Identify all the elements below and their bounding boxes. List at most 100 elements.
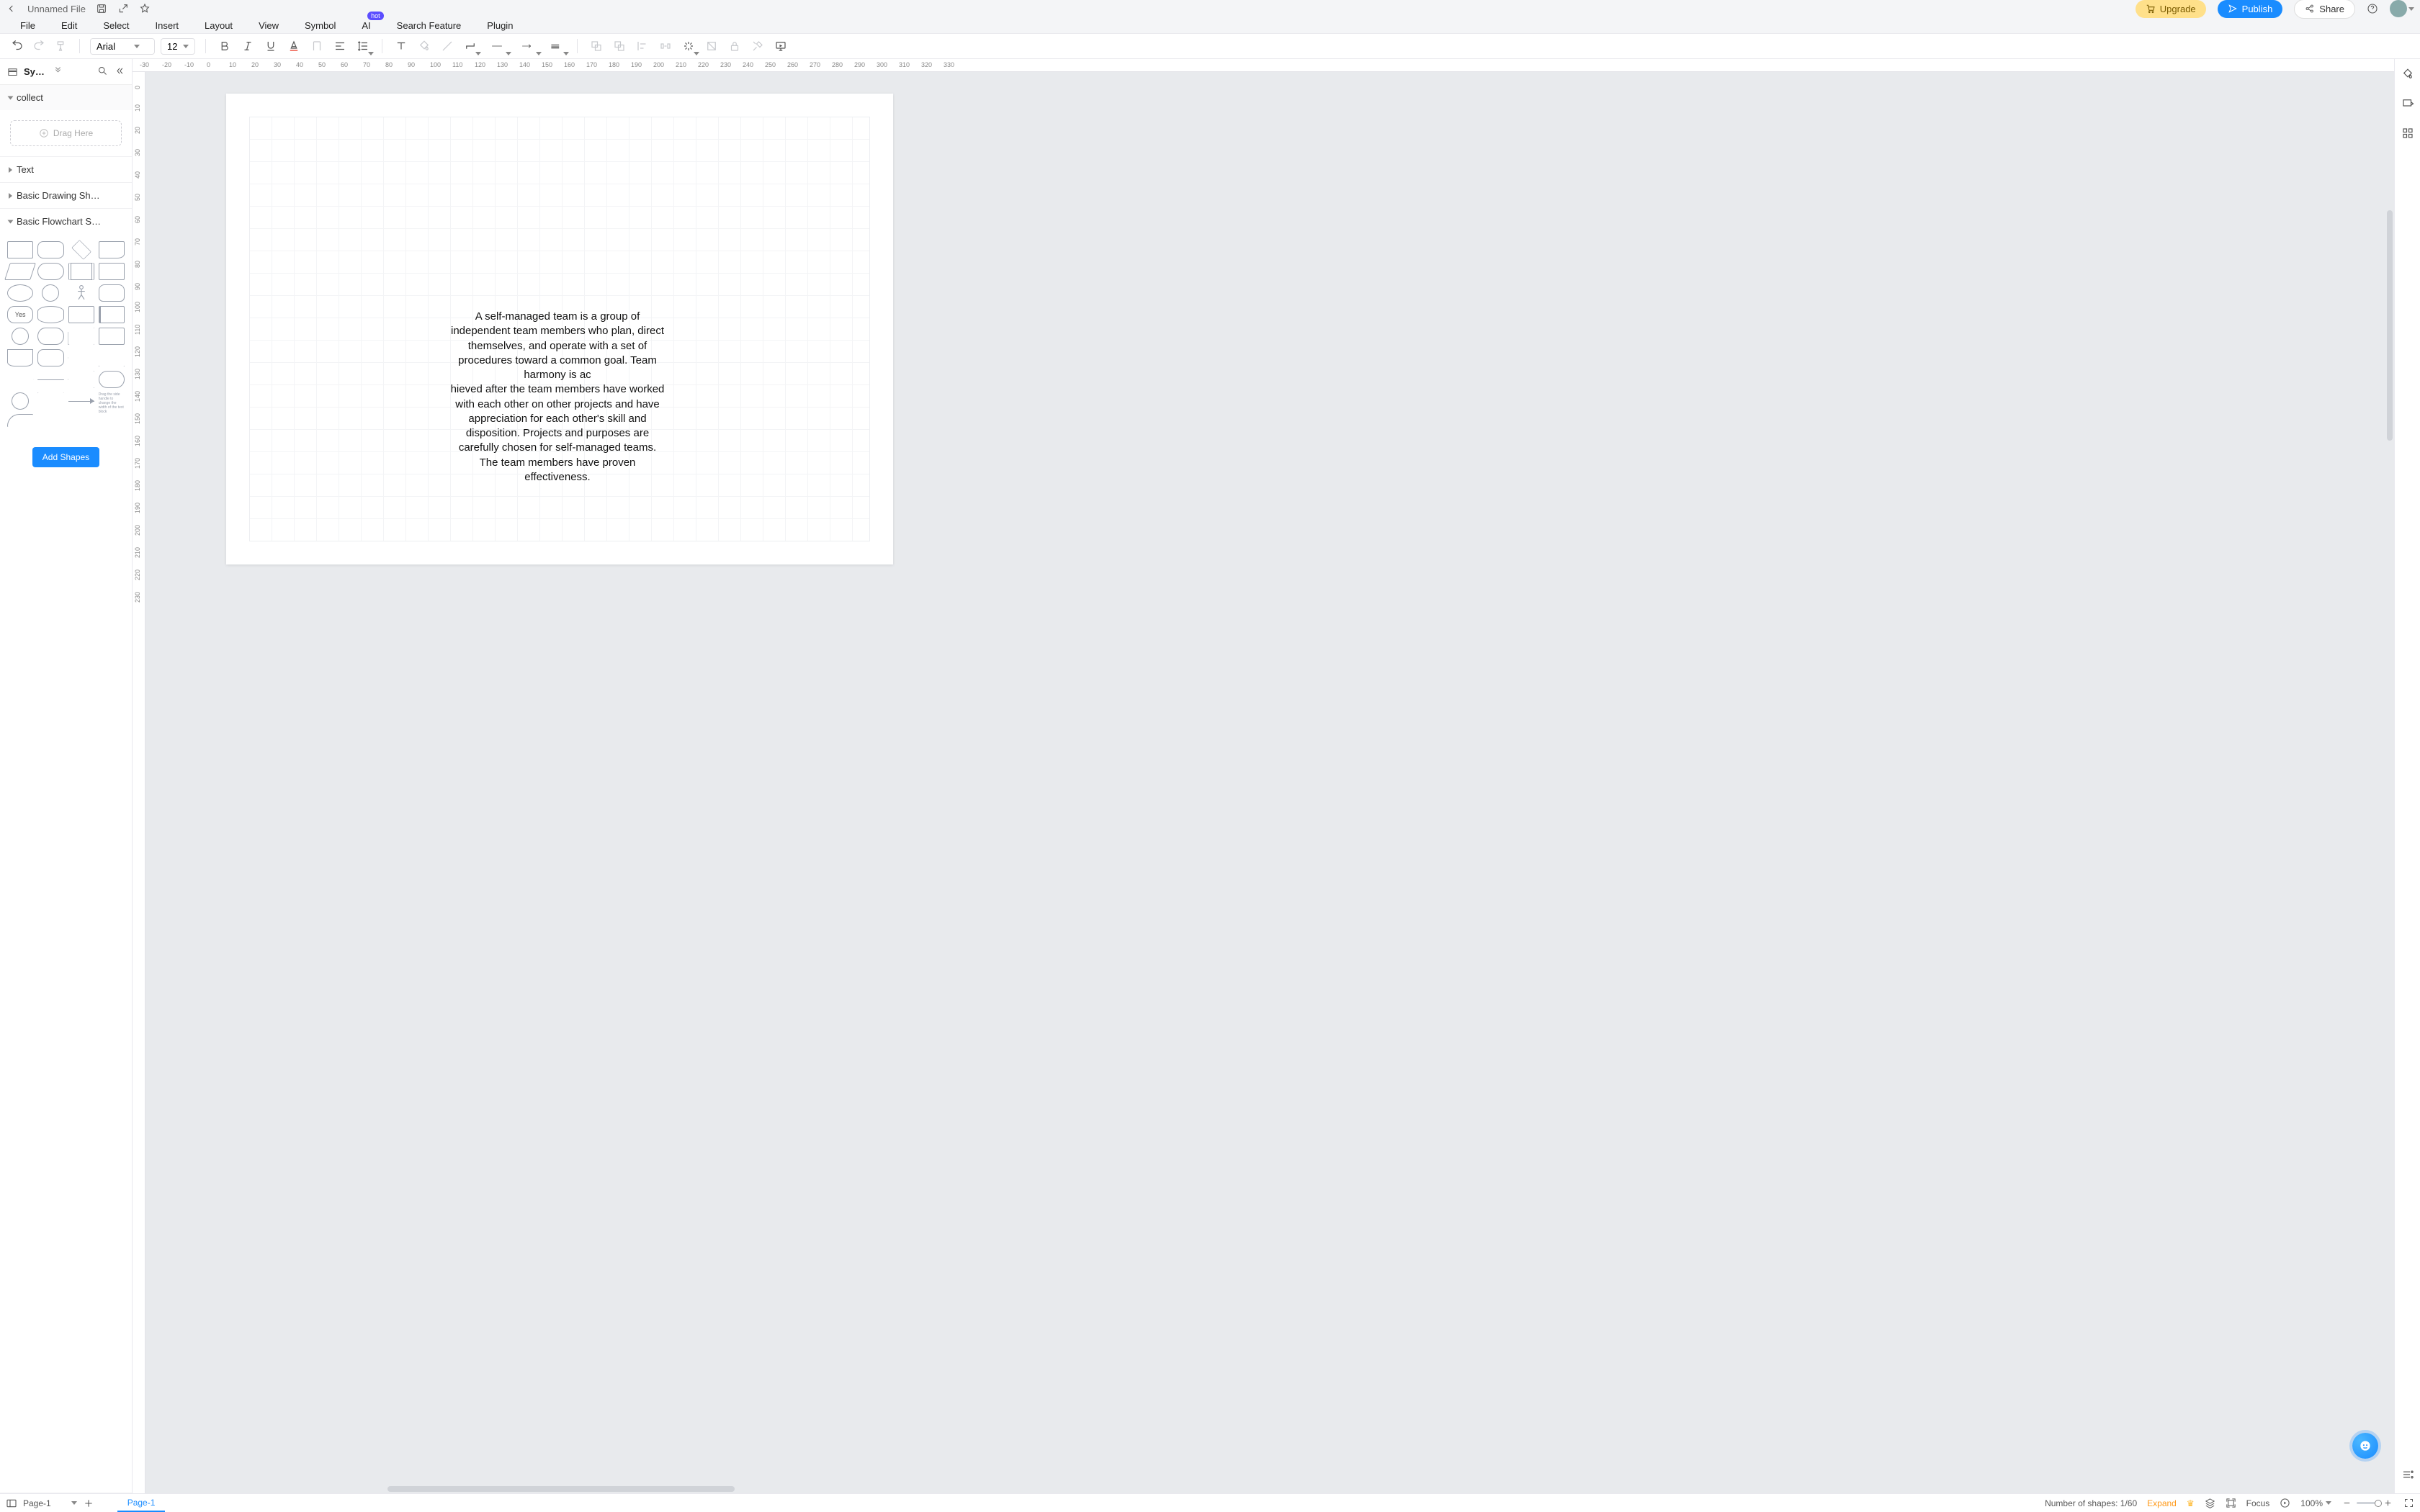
- menu-plugin[interactable]: Plugin: [474, 17, 526, 34]
- collapse-panel-icon[interactable]: [114, 66, 125, 78]
- grid-icon[interactable]: [2401, 127, 2414, 143]
- shape-text-note[interactable]: Drag the side handle to change the width…: [99, 392, 125, 410]
- lock-icon[interactable]: [726, 37, 743, 55]
- shape-database[interactable]: [37, 306, 63, 323]
- format-painter-icon[interactable]: [52, 37, 69, 55]
- italic-icon[interactable]: [239, 37, 256, 55]
- align-icon[interactable]: [331, 37, 349, 55]
- zoom-out-icon[interactable]: [2341, 1498, 2352, 1508]
- tools-icon[interactable]: [749, 37, 766, 55]
- menu-edit[interactable]: Edit: [48, 17, 90, 34]
- upgrade-button[interactable]: Upgrade: [2136, 0, 2206, 18]
- align-objects-icon[interactable]: [634, 37, 651, 55]
- menu-search-feature[interactable]: Search Feature: [384, 17, 475, 34]
- menu-file[interactable]: File: [7, 17, 48, 34]
- shape-display[interactable]: [37, 349, 63, 366]
- crop-icon[interactable]: [703, 37, 720, 55]
- arrow-end-icon[interactable]: [515, 37, 539, 55]
- shape-data[interactable]: [4, 263, 36, 280]
- text-tool-icon[interactable]: [393, 37, 410, 55]
- line-style-icon[interactable]: [485, 37, 509, 55]
- account-menu[interactable]: [2390, 0, 2414, 17]
- zoom-in-icon[interactable]: [2383, 1498, 2393, 1508]
- export-icon[interactable]: [2401, 97, 2414, 114]
- help-icon[interactable]: [2367, 3, 2378, 14]
- present-icon[interactable]: [772, 37, 789, 55]
- shape-card[interactable]: [68, 306, 94, 323]
- vip-icon[interactable]: ♛: [2187, 1498, 2195, 1508]
- shape-manual-op[interactable]: [99, 349, 125, 366]
- text-direction-icon[interactable]: [308, 37, 326, 55]
- horizontal-scrollbar[interactable]: [387, 1486, 735, 1492]
- save-icon[interactable]: [96, 3, 107, 14]
- shape-note[interactable]: [99, 306, 125, 323]
- expand-link[interactable]: Expand: [2147, 1498, 2177, 1508]
- publish-button[interactable]: Publish: [2218, 0, 2283, 18]
- effects-icon[interactable]: [680, 37, 697, 55]
- shape-ellipse[interactable]: [7, 284, 33, 302]
- fill-icon[interactable]: [416, 37, 433, 55]
- shape-internal-storage[interactable]: [99, 263, 125, 280]
- assistant-bubble[interactable]: [2352, 1433, 2378, 1459]
- shape-preparation[interactable]: [68, 349, 94, 366]
- shape-predefined[interactable]: [68, 263, 94, 280]
- bold-icon[interactable]: [216, 37, 233, 55]
- section-basic-flowchart[interactable]: Basic Flowchart S…: [0, 209, 132, 234]
- font-size-select[interactable]: 12: [161, 38, 195, 55]
- line-weight-icon[interactable]: [545, 37, 567, 55]
- fill-bucket-icon[interactable]: [2401, 68, 2414, 84]
- layers-icon[interactable]: [2205, 1498, 2215, 1508]
- add-shapes-button[interactable]: Add Shapes: [32, 447, 99, 467]
- menu-view[interactable]: View: [246, 17, 292, 34]
- font-color-icon[interactable]: [285, 37, 302, 55]
- menu-layout[interactable]: Layout: [192, 17, 246, 34]
- panel-toggle-icon[interactable]: [6, 1498, 17, 1509]
- shape-or[interactable]: [12, 328, 29, 345]
- menu-select[interactable]: Select: [90, 17, 142, 34]
- canvas-page[interactable]: A self-managed team is a group of indepe…: [226, 94, 893, 564]
- shape-divider-line[interactable]: [37, 379, 63, 380]
- redo-icon[interactable]: [30, 37, 48, 55]
- shape-rounded-rect[interactable]: [37, 241, 63, 258]
- page-selector[interactable]: Page-1: [23, 1498, 77, 1508]
- distribute-icon[interactable]: [657, 37, 674, 55]
- connector-icon[interactable]: [462, 37, 479, 55]
- page-tab[interactable]: Page-1: [117, 1495, 166, 1512]
- search-icon[interactable]: [97, 66, 108, 78]
- shape-hexagon[interactable]: [7, 371, 33, 388]
- canvas-text-shape[interactable]: A self-managed team is a group of indepe…: [449, 310, 666, 485]
- undo-icon[interactable]: [9, 37, 26, 55]
- fullscreen-icon[interactable]: [2403, 1498, 2414, 1508]
- menu-ai[interactable]: AI hot: [349, 17, 383, 34]
- line-spacing-icon[interactable]: [354, 37, 372, 55]
- section-basic-drawing[interactable]: Basic Drawing Sh…: [0, 183, 132, 208]
- font-family-select[interactable]: Arial: [90, 38, 155, 55]
- add-page-icon[interactable]: [83, 1498, 94, 1509]
- shape-connector[interactable]: [42, 284, 59, 302]
- shape-actor[interactable]: [68, 284, 94, 302]
- star-icon[interactable]: [139, 3, 151, 14]
- shape-document[interactable]: [99, 241, 125, 258]
- share-button[interactable]: Share: [2294, 0, 2355, 19]
- shape-process[interactable]: [7, 241, 33, 258]
- shape-tape[interactable]: [7, 349, 33, 366]
- shape-user[interactable]: [99, 284, 125, 302]
- zoom-slider-knob[interactable]: [2375, 1500, 2382, 1507]
- open-external-icon[interactable]: [117, 3, 129, 14]
- underline-icon[interactable]: [262, 37, 279, 55]
- back-icon[interactable]: [6, 3, 17, 14]
- zoom-slider[interactable]: [2357, 1502, 2378, 1504]
- settings-list-icon[interactable]: [2401, 1468, 2414, 1485]
- shape-decision[interactable]: [71, 240, 91, 260]
- shape-summing[interactable]: [12, 392, 29, 410]
- focus-play-icon[interactable]: [2280, 1498, 2290, 1508]
- shape-arc[interactable]: [7, 414, 33, 427]
- shape-manual-input[interactable]: [68, 328, 94, 345]
- vertical-scrollbar[interactable]: [2387, 210, 2393, 441]
- shape-arrow[interactable]: [68, 392, 94, 410]
- section-collect[interactable]: collect: [0, 85, 132, 110]
- focus-label[interactable]: Focus: [2246, 1498, 2270, 1508]
- menu-insert[interactable]: Insert: [143, 17, 192, 34]
- bring-front-icon[interactable]: [588, 37, 605, 55]
- drag-here-target[interactable]: Drag Here: [10, 120, 122, 146]
